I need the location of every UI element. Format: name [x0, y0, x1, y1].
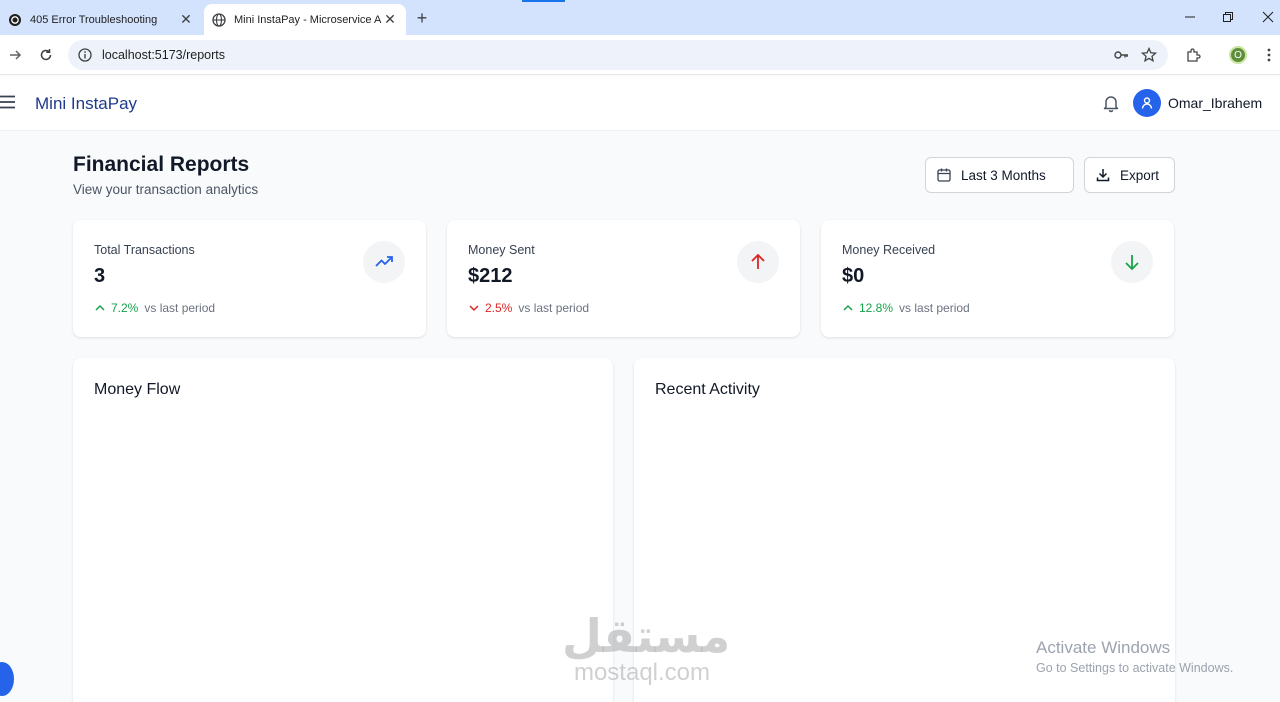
profile-avatar[interactable]: O: [1229, 46, 1247, 64]
browser-menu-icon[interactable]: [1258, 44, 1280, 66]
loading-indicator: [522, 0, 565, 2]
chevron-up-icon: [95, 304, 105, 311]
browser-tab-bar: 405 Error Troubleshooting ✕ Mini InstaPa…: [0, 0, 1280, 35]
arrow-up-icon: [751, 253, 765, 269]
password-key-icon[interactable]: [1110, 44, 1132, 66]
stat-trend: 12.8% vs last period: [842, 301, 970, 315]
brand-logo-text[interactable]: Mini InstaPay: [35, 94, 137, 114]
stat-value: $212: [468, 265, 513, 287]
minimize-icon[interactable]: [1178, 6, 1202, 28]
browser-tab-mini-instapay[interactable]: Mini InstaPay - Microservice Ar ✕: [204, 4, 406, 35]
trending-up-icon: [375, 256, 393, 267]
watermark-latin-text: mostaql.com: [573, 659, 711, 686]
stat-trend-caption: vs last period: [144, 301, 216, 315]
browser-tab-405-error[interactable]: 405 Error Troubleshooting ✕: [0, 4, 202, 35]
stat-card-money-sent: Money Sent $212 2.5% vs last period: [447, 220, 800, 337]
hamburger-menu-icon[interactable]: [0, 95, 16, 109]
new-tab-button[interactable]: +: [412, 8, 432, 28]
stat-card-total-transactions: Total Transactions 3 7.2% vs last period: [73, 220, 426, 337]
openai-favicon-icon: [9, 13, 21, 26]
activate-windows-subtitle: Go to Settings to activate Windows.: [1036, 661, 1234, 675]
stat-trend-caption: vs last period: [899, 301, 970, 315]
panel-title: Money Flow: [94, 381, 181, 398]
chevron-down-icon: [469, 305, 479, 312]
site-info-icon[interactable]: [78, 48, 92, 62]
user-icon: [1141, 97, 1153, 109]
globe-favicon-icon: [212, 12, 226, 27]
bookmark-star-icon[interactable]: [1138, 44, 1160, 66]
money-flow-panel: Money Flow: [73, 358, 613, 702]
stat-trend-percent: 12.8%: [859, 301, 894, 315]
restore-icon[interactable]: [1216, 6, 1240, 28]
tab-close-icon[interactable]: ✕: [382, 11, 398, 28]
stat-value: 3: [94, 265, 106, 287]
url-text: localhost:5173/reports: [102, 48, 225, 62]
watermark-arabic-text: مستقل: [562, 609, 731, 663]
date-range-select[interactable]: Last 3 Months: [925, 157, 1074, 193]
panel-title: Recent Activity: [655, 381, 760, 398]
user-avatar[interactable]: [1133, 89, 1161, 117]
tab-title: 405 Error Troubleshooting: [30, 13, 158, 26]
stat-icon-badge: [363, 241, 405, 283]
stat-label: Money Sent: [468, 243, 535, 257]
floating-action-button[interactable]: [0, 662, 14, 696]
notification-bell-icon[interactable]: [1101, 93, 1121, 113]
tab-close-icon[interactable]: ✕: [178, 11, 194, 28]
activate-windows-title: Activate Windows: [1036, 638, 1171, 657]
forward-icon[interactable]: [4, 44, 26, 66]
arrow-down-icon: [1125, 255, 1139, 271]
stat-trend-percent: 7.2%: [111, 301, 139, 315]
stat-trend-percent: 2.5%: [485, 301, 513, 315]
mostaql-watermark: مستقل mostaql.com: [562, 609, 731, 686]
date-range-label: Last 3 Months: [961, 167, 1046, 183]
export-button[interactable]: Export: [1084, 157, 1175, 193]
stat-trend-caption: vs last period: [518, 301, 590, 315]
stat-icon-badge: [737, 241, 779, 283]
chevron-up-icon: [843, 304, 853, 311]
page-title: Financial Reports: [73, 153, 250, 176]
window-close-icon[interactable]: [1256, 6, 1280, 28]
app-header: Mini InstaPay Omar_Ibrahem: [0, 76, 1280, 131]
address-bar[interactable]: localhost:5173/reports: [68, 40, 1168, 70]
stat-card-money-received: Money Received $0 12.8% vs last period: [821, 220, 1174, 337]
activate-windows-notice: Activate Windows Go to Settings to activ…: [1036, 638, 1233, 675]
stat-trend: 2.5% vs last period: [468, 301, 589, 315]
download-icon: [1096, 169, 1110, 182]
calendar-icon: [937, 168, 951, 182]
browser-toolbar: localhost:5173/reports O: [0, 35, 1280, 75]
stat-label: Total Transactions: [94, 243, 195, 257]
stat-value: $0: [842, 265, 865, 287]
extensions-icon[interactable]: [1182, 44, 1204, 66]
tab-title: Mini InstaPay - Microservice Ar: [234, 13, 382, 26]
reload-icon[interactable]: [35, 44, 57, 66]
username-label[interactable]: Omar_Ibrahem: [1168, 95, 1262, 111]
stat-icon-badge: [1111, 241, 1153, 283]
page-subtitle: View your transaction analytics: [73, 182, 259, 197]
stat-label: Money Received: [842, 243, 936, 257]
stat-trend: 7.2% vs last period: [94, 301, 215, 315]
export-label: Export: [1120, 167, 1160, 183]
